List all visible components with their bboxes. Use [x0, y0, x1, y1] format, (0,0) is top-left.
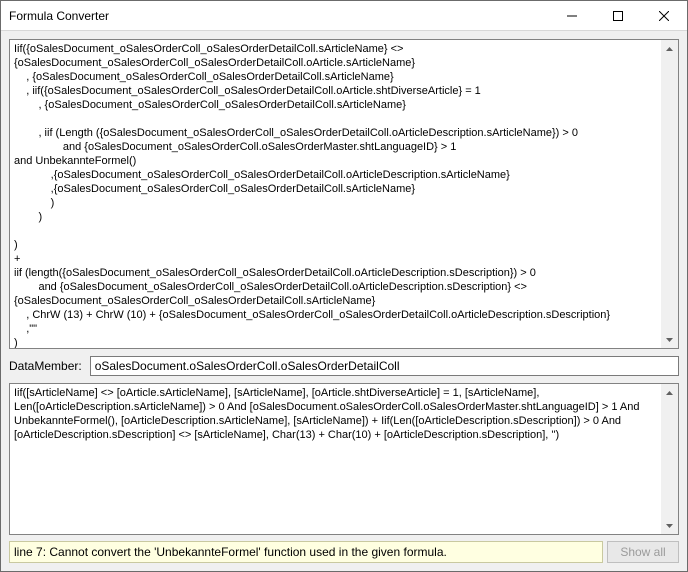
data-member-row: DataMember:: [9, 355, 679, 377]
maximize-icon: [613, 11, 623, 21]
result-scrollbar[interactable]: [661, 384, 678, 534]
result-formula-text[interactable]: Iif([sArticleName] <> [oArticle.sArticle…: [10, 384, 661, 534]
minimize-button[interactable]: [549, 1, 595, 31]
source-formula-pane[interactable]: Iif({oSalesDocument_oSalesOrderColl_oSal…: [9, 39, 679, 349]
close-button[interactable]: [641, 1, 687, 31]
window-buttons: [549, 1, 687, 30]
formula-converter-window: Formula Converter Iif({oSalesDocument_oS…: [0, 0, 688, 572]
scroll-down-icon[interactable]: [661, 331, 678, 348]
scroll-up-icon[interactable]: [661, 384, 678, 401]
maximize-button[interactable]: [595, 1, 641, 31]
window-title: Formula Converter: [9, 9, 549, 23]
data-member-input[interactable]: [90, 356, 679, 376]
status-message: line 7: Cannot convert the 'UnbekannteFo…: [9, 541, 603, 563]
minimize-icon: [567, 11, 577, 21]
client-area: Iif({oSalesDocument_oSalesOrderColl_oSal…: [1, 31, 687, 571]
scroll-down-icon[interactable]: [661, 517, 678, 534]
data-member-label: DataMember:: [9, 359, 82, 373]
source-formula-text[interactable]: Iif({oSalesDocument_oSalesOrderColl_oSal…: [10, 40, 661, 348]
scroll-up-icon[interactable]: [661, 40, 678, 57]
source-scrollbar[interactable]: [661, 40, 678, 348]
close-icon: [659, 11, 669, 21]
titlebar[interactable]: Formula Converter: [1, 1, 687, 31]
result-formula-pane[interactable]: Iif([sArticleName] <> [oArticle.sArticle…: [9, 383, 679, 535]
show-all-button[interactable]: Show all: [607, 541, 679, 563]
status-row: line 7: Cannot convert the 'UnbekannteFo…: [9, 541, 679, 563]
